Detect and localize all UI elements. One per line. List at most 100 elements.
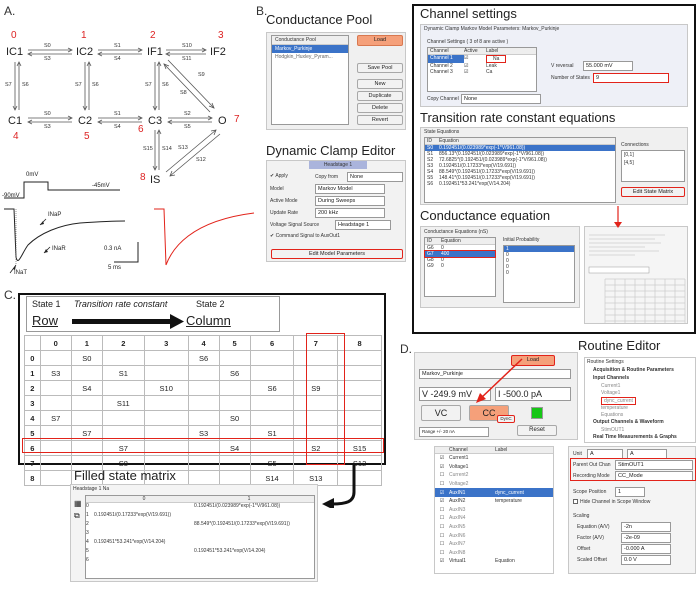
filled-matrix-tab[interactable]: Headstage 1 Na [73,486,109,492]
initial-prob-item[interactable]: 0 [504,270,574,276]
num-states-field[interactable]: 9 [593,73,669,83]
dce-tab[interactable]: Headstage 1 [309,161,367,169]
channel-list-item[interactable]: ☑ AuxIN2 temperature [435,497,553,506]
channel-checkbox[interactable]: ☑ [435,498,449,504]
channel-row[interactable]: Channel 1 ☑ Na [428,55,536,63]
filled-row[interactable]: 6 [86,557,314,566]
factor-field[interactable]: -2e-09 [621,533,671,543]
tree-item[interactable]: Output Channels & Waveform [593,419,664,425]
copy-icon[interactable]: ⧉ [74,511,80,521]
save-pool-button[interactable]: Save Pool [357,63,403,73]
dync-button[interactable]: DynC [497,415,515,423]
copy-from-select[interactable]: None [347,172,403,182]
channel-list-item[interactable]: ☐ AuxIN5 [435,523,553,532]
duplicate-button[interactable]: Duplicate [357,91,403,101]
channel-table[interactable]: Channel Active Label Channel 1 ☑ Na Chan… [427,47,537,92]
filled-row[interactable]: 4 0.192451*53.241*exp(V/14.204) [86,539,314,548]
vc-button[interactable]: VC [421,405,461,421]
hide-channel-checkbox[interactable]: Hide Channel in Scope Window [573,499,650,505]
tree-item[interactable]: Real Time Measurements & Graphs [593,434,677,440]
filled-row[interactable]: 1 0.192451/(0.17233*exp(V/19.691)) [86,512,314,521]
channel-checkbox[interactable]: ☑ [435,558,449,564]
filled-cell [94,503,194,512]
load-button[interactable]: Load [357,35,403,46]
channel-row[interactable]: Channel 3 ☑ Ca [428,69,536,75]
filled-row[interactable]: 0 0.192451/(0.023989*exp(-1*V/961.08)) [86,503,314,512]
revert-button[interactable]: Revert [357,115,403,125]
new-button[interactable]: New [357,79,403,89]
eq-field[interactable]: -2n [621,522,671,532]
edit-state-matrix-button[interactable]: Edit State Matrix [621,187,685,197]
channel-checkbox[interactable]: ☑ [435,455,449,461]
edit-model-parameters-button[interactable]: Edit Model Parameters [271,249,403,259]
channel-checkbox[interactable]: ☑ [435,490,449,496]
channel-list-item[interactable]: ☐ Current2 [435,471,553,480]
voltage-source-select[interactable]: Headstage 1 [335,220,391,230]
filled-cell [194,512,314,521]
cond-header: ID Equation [425,238,495,245]
active-checkbox[interactable]: ☑ [464,55,486,63]
conductance-eq-table[interactable]: ID Equation G6 0 G7 400 G8 0 G9 0 [424,237,496,297]
channel-list-item[interactable]: ☑ Voltage1 [435,463,553,472]
tree-item[interactable]: Input Channels [593,375,629,381]
channel-checkbox[interactable]: ☐ [435,472,449,478]
connection-item[interactable]: [4,5] [622,159,684,167]
v-reversal-field[interactable]: 55.000 mV [583,61,633,71]
equation-text: 0.192451*53.241*exp(V/14.204) [439,181,511,187]
channel-list-item[interactable]: ☐ Voltage2 [435,480,553,489]
channel-list-item[interactable]: ☐ AuxIN7 [435,540,553,549]
channel-checkbox[interactable]: ☐ [435,507,449,513]
channel-checkbox[interactable]: ☐ [435,524,449,530]
copy-channel-select[interactable]: None [461,94,541,104]
filled-matrix-table[interactable]: 0 1 0 0.192451/(0.023989*exp(-1*V/961.08)… [85,495,315,579]
channel-list-item[interactable]: ☑ Current1 [435,454,553,463]
delete-button[interactable]: Delete [357,103,403,113]
cond-value: 0 [441,263,444,269]
channel-list-item[interactable]: ☐ AuxIN4 [435,514,553,523]
cond-row[interactable]: G9 0 [425,263,495,269]
tree-item[interactable]: StimOUT1 [601,427,624,433]
filled-row[interactable]: 2 88.549*(0.192451/(0.17233*exp(V/19.691)… [86,521,314,530]
channel-list-item[interactable]: ☑ AuxIN1 dync_current [435,488,553,497]
scope-select[interactable]: 1 [615,487,645,497]
pool-item[interactable]: Hodgkin_Huxley_Pyram... [272,53,348,61]
filled-row[interactable]: 3 [86,530,314,539]
pool-item[interactable]: Markov_Purkinje [272,45,348,53]
connections-list[interactable]: [0,1] [4,5] [621,150,685,182]
equation-row[interactable]: S6 0.192451*53.241*exp(V/14.204) [425,181,615,187]
update-rate-select[interactable]: 200 kHz [315,208,385,218]
channel-checkbox[interactable]: ☐ [435,481,449,487]
connection-item[interactable]: [0,1] [622,151,684,159]
tree-item[interactable]: Current1 [601,383,620,389]
tree-item[interactable]: temperature [601,405,628,411]
reset-button[interactable]: Reset [517,425,557,436]
tree-item-selected[interactable]: dync_current [601,397,636,405]
channel-list-item[interactable]: ☐ AuxIN3 [435,506,553,515]
channel-item-name: Virtual1 [449,558,466,565]
offset-field[interactable]: -0.000 A [621,544,671,554]
channel-checkbox[interactable]: ☐ [435,541,449,547]
tree-item[interactable]: Equations [601,412,623,418]
channel-list-item[interactable]: ☐ AuxIN6 [435,531,553,540]
channel-list-item[interactable]: ☐ AuxIN8 [435,549,553,558]
tree-item[interactable]: Voltage1 [601,390,620,396]
active-mode-select[interactable]: During Sweeps [315,196,385,206]
channel-checkbox[interactable]: ☐ [435,515,449,521]
model-select[interactable]: Markov Model [315,184,385,194]
scaled-field[interactable]: 0.0 V [621,555,671,565]
channel-checkbox[interactable]: ☐ [435,550,449,556]
table-icon[interactable]: ▦ [74,499,82,508]
filled-row[interactable]: 5 0.192451*53.241*exp(V/14.204) [86,548,314,557]
tree-item[interactable]: Acquisition & Routine Parameters [593,367,674,373]
active-checkbox[interactable]: ☑ [464,69,486,75]
command-signal-checkbox[interactable]: ✔ Command Signal to AuxOut1 [270,233,340,239]
channel-checkbox[interactable]: ☑ [435,464,449,470]
conductance-pool-list[interactable]: Conductance Pool Markov_Purkinje Hodgkin… [271,35,349,125]
channel-checkbox[interactable]: ☐ [435,533,449,539]
range-select[interactable]: Range +/- 20 nA [419,427,489,437]
channel-list-item[interactable]: ☑ Virtual1 Equation [435,557,553,566]
matrix-cell [218,455,251,471]
initial-prob-list[interactable]: 1 0 0 0 0 [503,245,575,303]
state-equations-table[interactable]: ID Equation S0 0.192451/(0.023989*exp(-1… [424,137,616,203]
apply-checkbox[interactable]: ✔ Apply [270,173,288,179]
